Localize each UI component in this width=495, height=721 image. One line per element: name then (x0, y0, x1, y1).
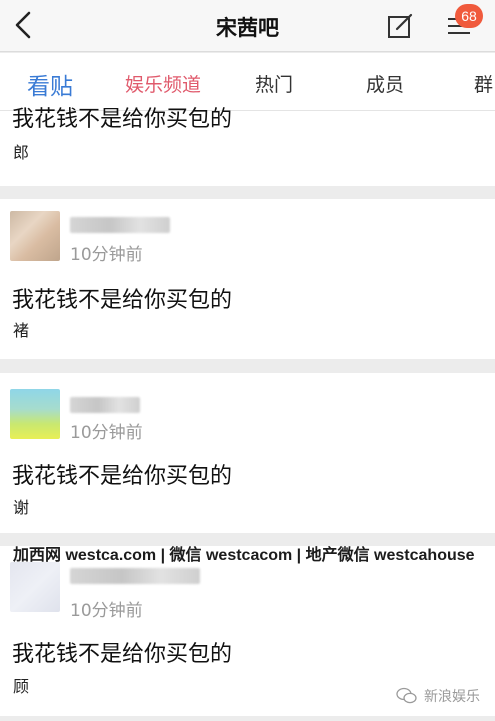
post-signature: 谢 (13, 498, 30, 517)
username-blurred (70, 568, 200, 584)
username-blurred (70, 217, 170, 233)
tab-groups[interactable]: 群 (474, 70, 493, 97)
watermark-text: 加西网 westca.com | 微信 westcacom | 地产微信 wes… (13, 547, 475, 564)
post-item[interactable]: 10分钟前 我花钱不是给你买包的 褚 (0, 199, 495, 359)
tab-hot[interactable]: 热门 (255, 70, 293, 97)
post-time: 10分钟前 (70, 601, 143, 621)
avatar[interactable] (10, 389, 60, 439)
post-signature: 褚 (13, 321, 30, 340)
brand-name: 新浪娱乐 (424, 689, 480, 705)
avatar[interactable] (10, 562, 60, 612)
post-item[interactable]: 我花钱不是给你买包的 郎 (0, 107, 495, 186)
compose-button[interactable] (384, 10, 416, 42)
notification-badge: 68 (455, 4, 483, 28)
wechat-icon (396, 687, 417, 704)
post-item[interactable]: 10分钟前 我花钱不是给你买包的 谢 (0, 373, 495, 533)
post-text: 我花钱不是给你买包的 (12, 464, 233, 489)
post-text: 我花钱不是给你买包的 (12, 288, 233, 313)
page-title: 宋茜吧 (216, 16, 279, 40)
edit-icon (388, 13, 413, 38)
tab-posts[interactable]: 看贴 (27, 67, 73, 101)
post-time: 10分钟前 (70, 423, 143, 443)
post-text: 我花钱不是给你买包的 (12, 107, 233, 132)
username-blurred (70, 397, 140, 413)
brand-mark: 新浪娱乐 (396, 686, 480, 706)
post-time: 10分钟前 (70, 245, 143, 265)
post-signature: 顾 (13, 677, 30, 696)
tab-members[interactable]: 成员 (366, 70, 404, 97)
avatar[interactable] (10, 211, 60, 261)
tab-entertainment-channel[interactable]: 娱乐频道 (125, 70, 201, 97)
post-text: 我花钱不是给你买包的 (12, 642, 233, 667)
top-nav-bar: 宋茜吧 68 (0, 0, 495, 52)
post-signature: 郎 (13, 143, 30, 162)
